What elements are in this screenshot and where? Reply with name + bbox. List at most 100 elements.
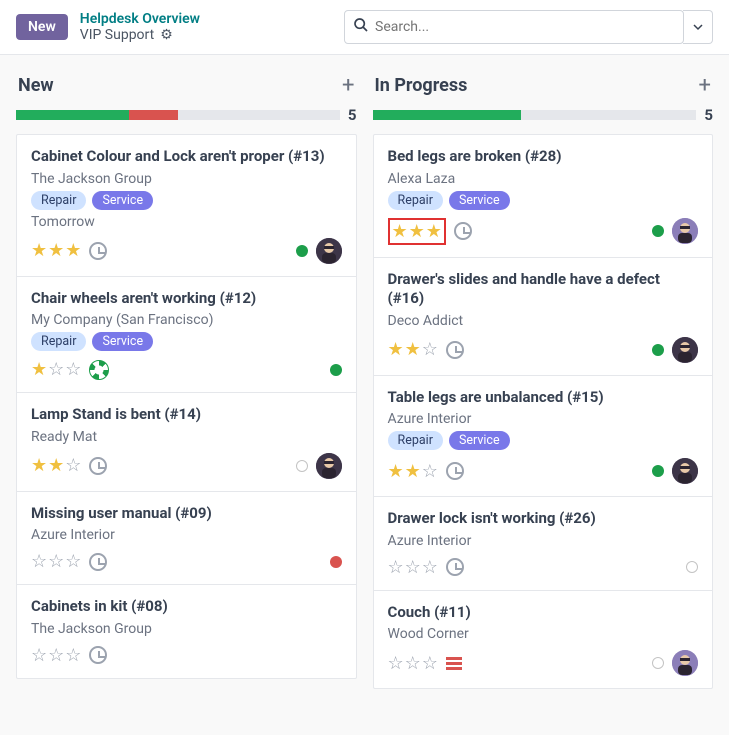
gear-icon[interactable]: ⚙ [160, 27, 173, 43]
star-icon[interactable]: ☆ [65, 551, 81, 572]
star-icon[interactable]: ☆ [48, 551, 64, 572]
star-icon[interactable]: ☆ [422, 653, 438, 674]
search-box[interactable] [344, 10, 684, 44]
star-icon[interactable]: ☆ [31, 645, 47, 666]
star-icon[interactable]: ☆ [422, 339, 438, 360]
clock-icon[interactable] [446, 558, 464, 576]
star-icon[interactable]: ★ [31, 240, 47, 261]
kanban-card[interactable]: Drawer lock isn't working (#26) Azure In… [374, 497, 713, 591]
clock-icon[interactable] [454, 222, 472, 240]
star-icon[interactable]: ★ [31, 455, 47, 476]
priority-stars[interactable]: ☆☆☆ [388, 653, 438, 674]
star-icon[interactable]: ★ [388, 339, 404, 360]
star-icon[interactable]: ☆ [405, 557, 421, 578]
star-icon[interactable]: ★ [48, 455, 64, 476]
star-icon[interactable]: ★ [405, 461, 421, 482]
tag-repair[interactable]: Repair [388, 191, 443, 210]
new-record-button[interactable]: New [16, 14, 68, 40]
kanban-card[interactable]: Lamp Stand is bent (#14) Ready Mat ★★☆ [17, 393, 356, 492]
star-icon[interactable]: ☆ [48, 645, 64, 666]
state-dot[interactable] [652, 344, 664, 356]
star-icon[interactable]: ★ [388, 461, 404, 482]
priority-stars[interactable]: ☆☆☆ [388, 557, 438, 578]
priority-stars[interactable]: ★★☆ [388, 461, 438, 482]
kanban-card[interactable]: Cabinet Colour and Lock aren't proper (#… [17, 135, 356, 277]
kanban-card[interactable]: Cabinets in kit (#08) The Jackson Group … [17, 585, 356, 678]
card-title[interactable]: Table legs are unbalanced (#15) [388, 388, 699, 408]
state-dot[interactable] [296, 460, 308, 472]
tag-service[interactable]: Service [92, 332, 153, 351]
kanban-card[interactable]: Drawer's slides and handle have a defect… [374, 258, 713, 376]
star-icon[interactable]: ☆ [405, 653, 421, 674]
card-title[interactable]: Cabinets in kit (#08) [31, 597, 342, 617]
priority-stars[interactable]: ★★☆ [31, 455, 81, 476]
star-icon[interactable]: ☆ [388, 557, 404, 578]
card-title[interactable]: Chair wheels aren't working (#12) [31, 289, 342, 309]
priority-stars[interactable]: ★☆☆ [31, 359, 81, 380]
state-dot[interactable] [652, 225, 664, 237]
priority-stars[interactable]: ★★★ [392, 221, 442, 242]
kanban-card[interactable]: Bed legs are broken (#28) Alexa Laza Rep… [374, 135, 713, 258]
star-icon[interactable]: ☆ [422, 461, 438, 482]
card-title[interactable]: Cabinet Colour and Lock aren't proper (#… [31, 147, 342, 167]
star-icon[interactable]: ★ [405, 339, 421, 360]
kanban-card[interactable]: Missing user manual (#09) Azure Interior… [17, 492, 356, 586]
star-icon[interactable]: ☆ [65, 645, 81, 666]
assignee-avatar[interactable] [672, 650, 698, 676]
card-title[interactable]: Drawer's slides and handle have a defect… [388, 270, 699, 309]
clock-icon[interactable] [89, 457, 107, 475]
star-icon[interactable]: ☆ [31, 551, 47, 572]
assignee-avatar[interactable] [672, 218, 698, 244]
tag-service[interactable]: Service [449, 191, 510, 210]
kanban-card[interactable]: Chair wheels aren't working (#12) My Com… [17, 277, 356, 394]
star-icon[interactable]: ★ [31, 359, 47, 380]
tag-repair[interactable]: Repair [388, 431, 443, 450]
clock-icon[interactable] [89, 242, 107, 260]
assignee-avatar[interactable] [672, 458, 698, 484]
clock-icon[interactable] [446, 462, 464, 480]
search-dropdown-button[interactable] [683, 10, 713, 44]
card-title[interactable]: Missing user manual (#09) [31, 504, 342, 524]
star-icon[interactable]: ☆ [388, 653, 404, 674]
tag-service[interactable]: Service [92, 191, 153, 210]
search-input[interactable] [375, 19, 675, 35]
kanban-card[interactable]: Couch (#11) Wood Corner ☆☆☆ [374, 591, 713, 689]
assignee-avatar[interactable] [316, 453, 342, 479]
kanban-card[interactable]: Table legs are unbalanced (#15) Azure In… [374, 376, 713, 498]
tag-repair[interactable]: Repair [31, 332, 86, 351]
sla-icon[interactable] [89, 360, 109, 380]
priority-stars[interactable]: ☆☆☆ [31, 645, 81, 666]
add-card-button[interactable]: + [342, 73, 354, 98]
card-title[interactable]: Couch (#11) [388, 603, 699, 623]
tag-repair[interactable]: Repair [31, 191, 86, 210]
star-icon[interactable]: ☆ [48, 359, 64, 380]
clock-icon[interactable] [446, 341, 464, 359]
star-icon[interactable]: ☆ [65, 359, 81, 380]
breadcrumb-link-overview[interactable]: Helpdesk Overview [80, 11, 200, 27]
clock-icon[interactable] [89, 646, 107, 664]
card-title[interactable]: Bed legs are broken (#28) [388, 147, 699, 167]
star-icon[interactable]: ★ [426, 221, 442, 242]
card-title[interactable]: Drawer lock isn't working (#26) [388, 509, 699, 529]
star-icon[interactable]: ☆ [422, 557, 438, 578]
add-card-button[interactable]: + [699, 73, 711, 98]
priority-stars[interactable]: ★★★ [31, 240, 81, 261]
activity-bars-icon[interactable] [446, 657, 462, 670]
card-title[interactable]: Lamp Stand is bent (#14) [31, 405, 342, 425]
state-dot[interactable] [330, 556, 342, 568]
state-dot[interactable] [686, 561, 698, 573]
assignee-avatar[interactable] [316, 238, 342, 264]
star-icon[interactable]: ☆ [65, 455, 81, 476]
state-dot[interactable] [296, 245, 308, 257]
state-dot[interactable] [652, 657, 664, 669]
priority-stars[interactable]: ★★☆ [388, 339, 438, 360]
clock-icon[interactable] [89, 553, 107, 571]
star-icon[interactable]: ★ [65, 240, 81, 261]
star-icon[interactable]: ★ [48, 240, 64, 261]
state-dot[interactable] [652, 465, 664, 477]
priority-stars[interactable]: ☆☆☆ [31, 551, 81, 572]
assignee-avatar[interactable] [672, 337, 698, 363]
state-dot[interactable] [330, 364, 342, 376]
star-icon[interactable]: ★ [392, 221, 408, 242]
star-icon[interactable]: ★ [409, 221, 425, 242]
